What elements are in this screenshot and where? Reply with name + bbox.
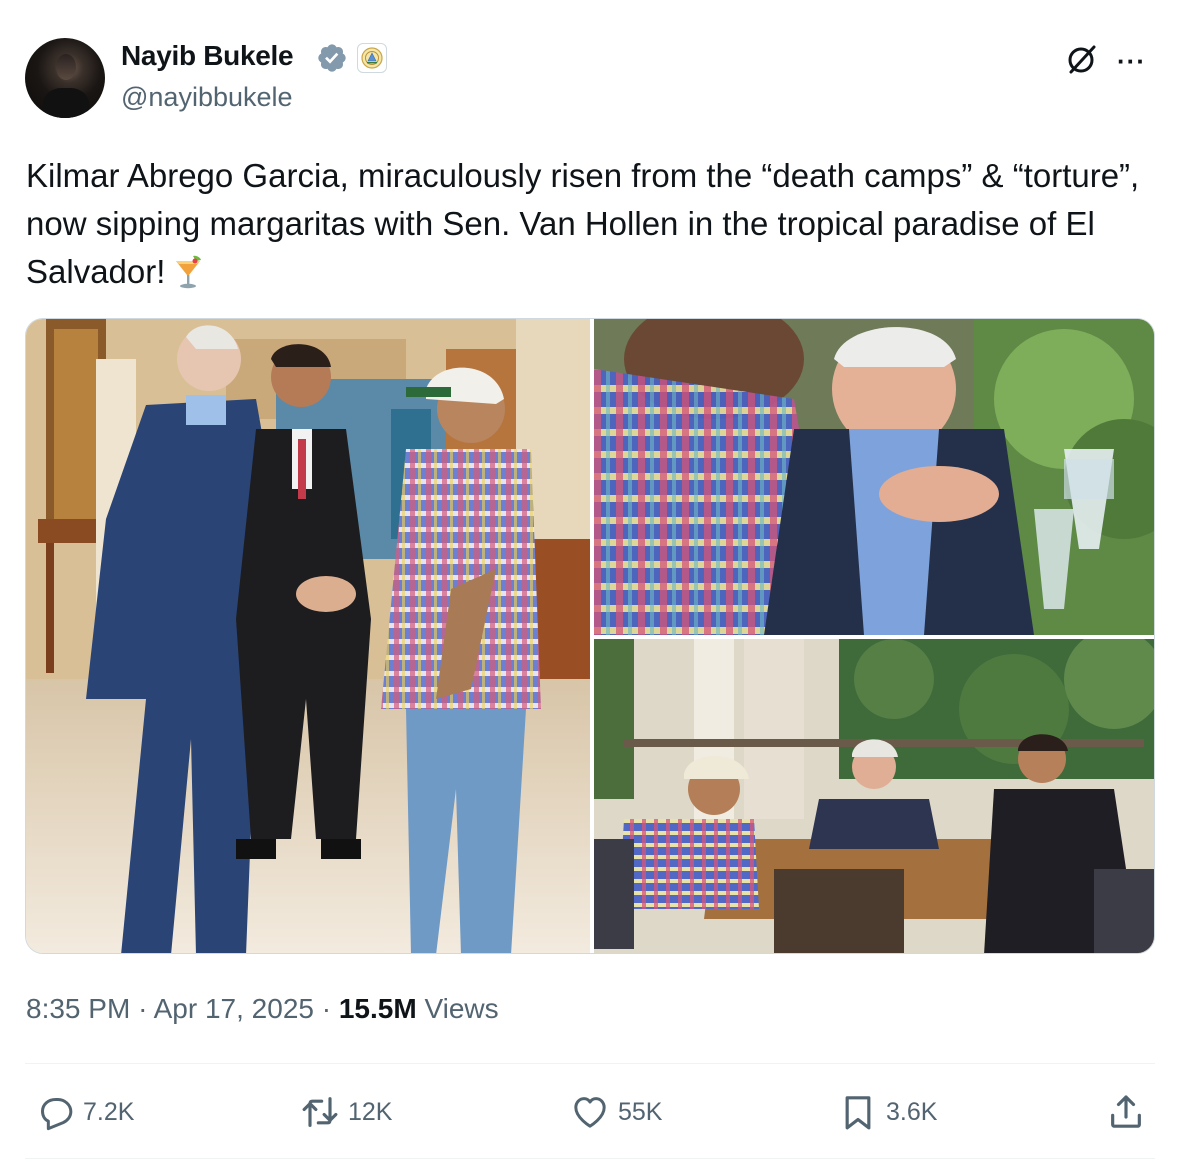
tweet-text: Kilmar Abrego Garcia, miraculously risen… <box>26 152 1156 296</box>
closeup-scene <box>594 319 1154 635</box>
separator-dot: · <box>138 993 148 1024</box>
avatar-torso-shape <box>43 88 89 118</box>
verified-badge-icon[interactable] <box>316 42 348 74</box>
media-grid[interactable] <box>25 318 1155 954</box>
separator-dot: · <box>321 993 332 1024</box>
share-icon <box>1111 1095 1141 1128</box>
bookmark-count: 3.6K <box>886 1097 938 1126</box>
divider-top <box>25 1063 1155 1064</box>
repost-button[interactable]: 12K <box>300 1092 392 1132</box>
bookmark-icon <box>845 1096 871 1130</box>
reply-icon <box>41 1098 73 1131</box>
divider-bottom <box>25 1158 1155 1159</box>
handshake-scene <box>26 319 590 953</box>
repost-icon <box>302 1097 338 1127</box>
photo-restaurant-table[interactable] <box>594 639 1154 953</box>
tweet-time[interactable]: 8:35 PM <box>26 993 130 1024</box>
affiliate-badge[interactable] <box>357 43 387 73</box>
author-handle[interactable]: @nayibbukele <box>121 82 293 113</box>
grok-icon[interactable] <box>1065 42 1099 76</box>
heart-icon <box>574 1097 606 1128</box>
bookmark-button[interactable]: 3.6K <box>838 1092 937 1132</box>
avatar-head-shape <box>56 54 76 80</box>
more-options-icon[interactable]: ··· <box>1117 46 1146 77</box>
author-name[interactable]: Nayib Bukele <box>121 40 294 72</box>
tweet-date[interactable]: Apr 17, 2025 <box>154 993 314 1024</box>
photo-senator-closeup[interactable] <box>594 319 1154 635</box>
el-salvador-seal-icon <box>361 47 383 69</box>
reply-button[interactable]: 7.2K <box>35 1092 134 1132</box>
photo-handshake-lobby[interactable] <box>26 319 590 953</box>
share-button[interactable] <box>1106 1092 1154 1132</box>
views-count: 15.5M <box>338 993 417 1024</box>
views-label: Views <box>424 993 499 1024</box>
cocktail-glass-icon <box>176 255 202 289</box>
restaurant-scene <box>594 639 1154 953</box>
reply-count: 7.2K <box>83 1097 135 1126</box>
like-button[interactable]: 55K <box>570 1092 662 1132</box>
repost-count: 12K <box>348 1097 393 1126</box>
tweet-timestamp: 8:35 PM · Apr 17, 2025 · 15.5M Views <box>26 993 499 1025</box>
author-avatar[interactable] <box>25 38 105 118</box>
like-count: 55K <box>618 1097 663 1126</box>
